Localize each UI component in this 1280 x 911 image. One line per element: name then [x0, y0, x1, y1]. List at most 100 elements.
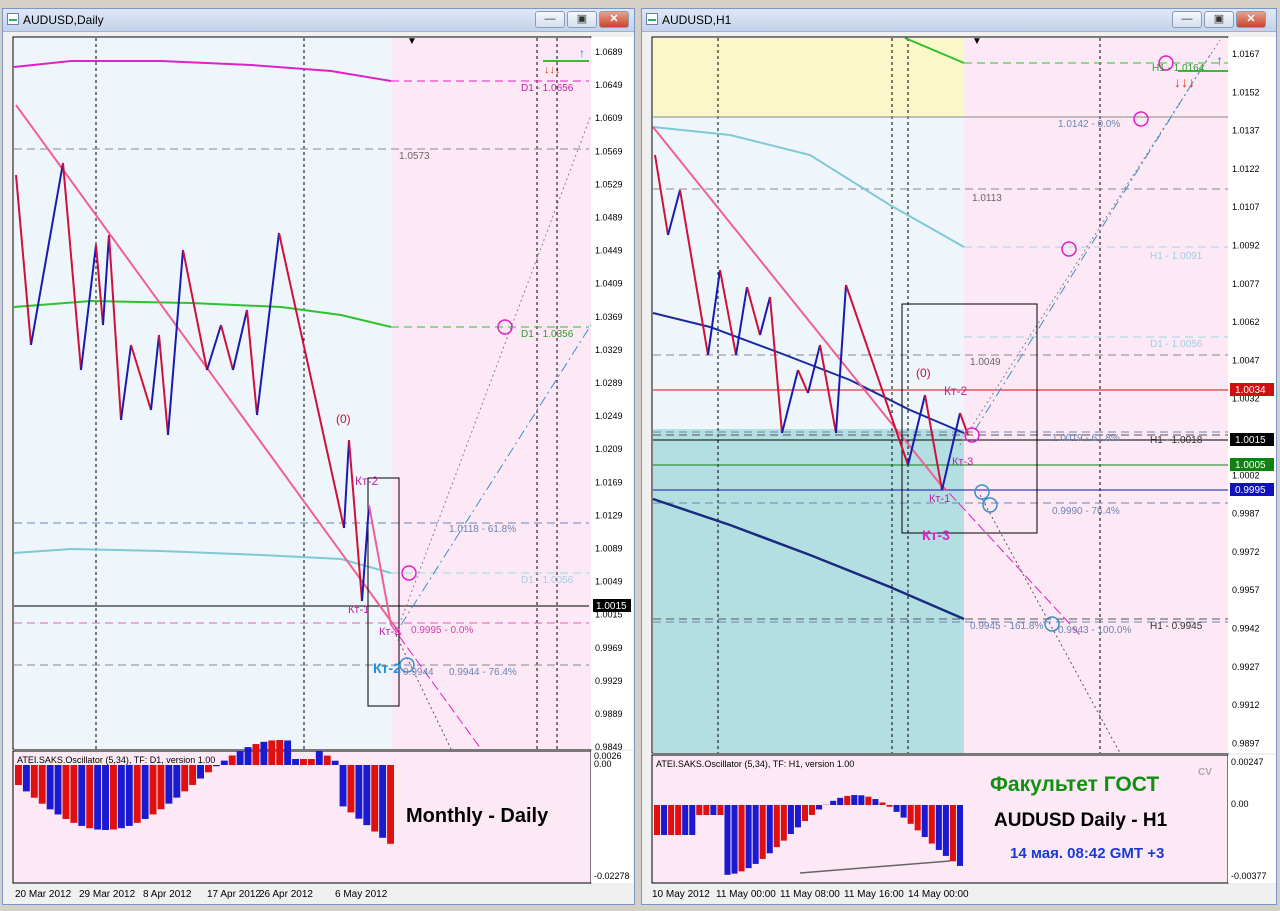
oscillator-bar — [86, 765, 94, 829]
oscillator-bar — [94, 765, 102, 830]
label-h1-9945: H1 - 0.9945 — [1150, 621, 1203, 632]
oscillator-bar — [935, 805, 942, 850]
up-arrow-icon: ↑ — [1216, 52, 1223, 68]
price-tick-label: 1.0152 — [1232, 87, 1260, 97]
oscillator-bar — [703, 805, 710, 815]
oscillator-bar — [212, 765, 220, 767]
label-1-0573: 1.0573 — [399, 151, 430, 162]
oscillator-bar — [661, 805, 668, 835]
price-tick-label: 1.0089 — [595, 544, 623, 554]
overlay-time: 14 мая. 08:42 GMT +3 — [1010, 845, 1164, 862]
oscillator-bar — [865, 796, 872, 805]
restore-button[interactable]: ▣ — [1204, 11, 1234, 28]
oscillator-bar — [809, 805, 816, 815]
wave-label-0: (0) — [916, 366, 931, 380]
oscillator-bar — [252, 744, 260, 765]
label-fib-764: 0.9990 - 76.4% — [1052, 506, 1120, 517]
label-d1-top: D1 - 1.0656 — [521, 83, 574, 94]
oscillator-bar — [347, 765, 355, 813]
price-tick-label: 1.0167 — [1232, 49, 1260, 59]
oscillator-bar — [794, 805, 801, 828]
oscillator-bar — [879, 802, 886, 805]
wave-label-kt3: Кт-3 — [379, 626, 400, 638]
price-tick-label: 1.0249 — [595, 411, 623, 421]
oscillator-bar — [745, 805, 752, 869]
price-tick-label: 1.0169 — [595, 477, 623, 487]
osc-axis-bottom: -0.00377 — [1231, 871, 1267, 881]
oscillator-bar — [46, 765, 54, 810]
left-chart-window: AUDUSD,Daily — ▣ ✕ ↓↓↓ ↑ D1 - 1.0656 1.0… — [2, 8, 635, 905]
close-button[interactable]: ✕ — [1236, 11, 1266, 28]
oscillator-bar — [914, 805, 921, 831]
oscillator-bar — [766, 805, 773, 854]
oscillator-bar — [773, 805, 780, 848]
price-tag-black-label: 1.0015 — [1235, 435, 1266, 446]
price-tick-label: 0.9972 — [1232, 547, 1260, 557]
oscillator-bar — [724, 805, 731, 875]
label-fib-618: 1.0019 - 61.8% — [1052, 433, 1120, 444]
right-chart-svg[interactable]: ↓↓↓ ↑ H1 - 1.0164 1.0142 - 0.0% 1.0113 H… — [650, 35, 1276, 903]
right-title-bar[interactable]: AUDUSD,H1 — ▣ ✕ — [642, 9, 1276, 32]
price-tick-label: 1.0049 — [595, 577, 623, 587]
oscillator-bar — [837, 797, 844, 805]
oscillator-bar — [355, 765, 363, 819]
price-tick-label: 1.0409 — [595, 279, 623, 289]
price-tick-label: 0.9929 — [595, 676, 623, 686]
oscillator-bar — [928, 805, 935, 844]
history-zone — [14, 38, 392, 749]
oscillator-bar — [921, 805, 928, 838]
oscillator-bar — [117, 765, 125, 829]
label-fib-764: 0.9944 - 76.4% — [449, 667, 517, 678]
restore-button[interactable]: ▣ — [567, 11, 597, 28]
oscillator-bar — [675, 805, 682, 835]
price-tick-label: 0.9927 — [1232, 662, 1260, 672]
price-tick-label: 1.0369 — [595, 312, 623, 322]
oscillator-bar — [149, 765, 157, 815]
label-fib-1618: 0.9945 - 161.8% — [970, 621, 1043, 632]
oscillator-bar — [689, 805, 696, 835]
oscillator-bar — [682, 805, 689, 835]
osc-axis-bottom: -0.02278 — [594, 871, 630, 881]
label-h1-top: H1 - 1.0164 — [1152, 63, 1205, 74]
oscillator-bar — [956, 805, 963, 866]
minimize-button[interactable]: — — [535, 11, 565, 28]
close-button[interactable]: ✕ — [599, 11, 629, 28]
oscillator-bar — [387, 765, 394, 844]
oscillator-bar — [260, 741, 268, 765]
price-tick-label: 1.0609 — [595, 113, 623, 123]
oscillator-bar — [15, 765, 22, 785]
down-arrows-icon: ↓↓↓ — [1174, 74, 1195, 90]
price-tick-label: 0.9969 — [595, 643, 623, 653]
oscillator-bar — [205, 765, 212, 773]
wave-label-kt3: Кт-3 — [952, 456, 973, 468]
forecast-zone — [392, 38, 591, 749]
price-tick-label: 0.9897 — [1232, 738, 1260, 748]
oscillator-bar — [292, 759, 299, 765]
oscillator-bar — [907, 805, 914, 824]
date-label: 11 May 00:00 — [716, 889, 776, 900]
oscillator-bar — [949, 805, 956, 862]
price-tick-label: 1.0122 — [1232, 164, 1260, 174]
oscillator-bar — [696, 805, 703, 815]
oscillator-bar — [276, 740, 284, 765]
date-label: 8 Apr 2012 — [143, 889, 192, 900]
forecast-zone — [964, 38, 1228, 753]
oscillator-bar — [315, 751, 323, 765]
wave-label-kt1: Кт-1 — [929, 493, 950, 505]
label-1-0113: 1.0113 — [972, 193, 1002, 204]
price-tick-label: 0.9957 — [1232, 585, 1260, 595]
oscillator-axis-bg — [591, 751, 633, 883]
price-tick-label: 1.0002 — [1232, 470, 1260, 480]
oscillator-bar — [752, 805, 759, 864]
oscillator-bar — [62, 765, 70, 820]
chart-window-icon — [7, 13, 19, 25]
minimize-button[interactable]: — — [1172, 11, 1202, 28]
label-h1-1018: H1 - 1.0018 — [1150, 435, 1203, 446]
left-chart-svg[interactable]: ↓↓↓ ↑ D1 - 1.0656 1.0573 D1 - 1.0356 1.0… — [11, 35, 633, 903]
oscillator-bar — [738, 805, 745, 872]
oscillator-bar — [165, 765, 173, 804]
oscillator-bar — [38, 765, 46, 804]
left-title-bar[interactable]: AUDUSD,Daily — ▣ ✕ — [3, 9, 634, 32]
oscillator-bar — [717, 805, 724, 815]
date-label: 17 Apr 2012 — [207, 889, 261, 900]
